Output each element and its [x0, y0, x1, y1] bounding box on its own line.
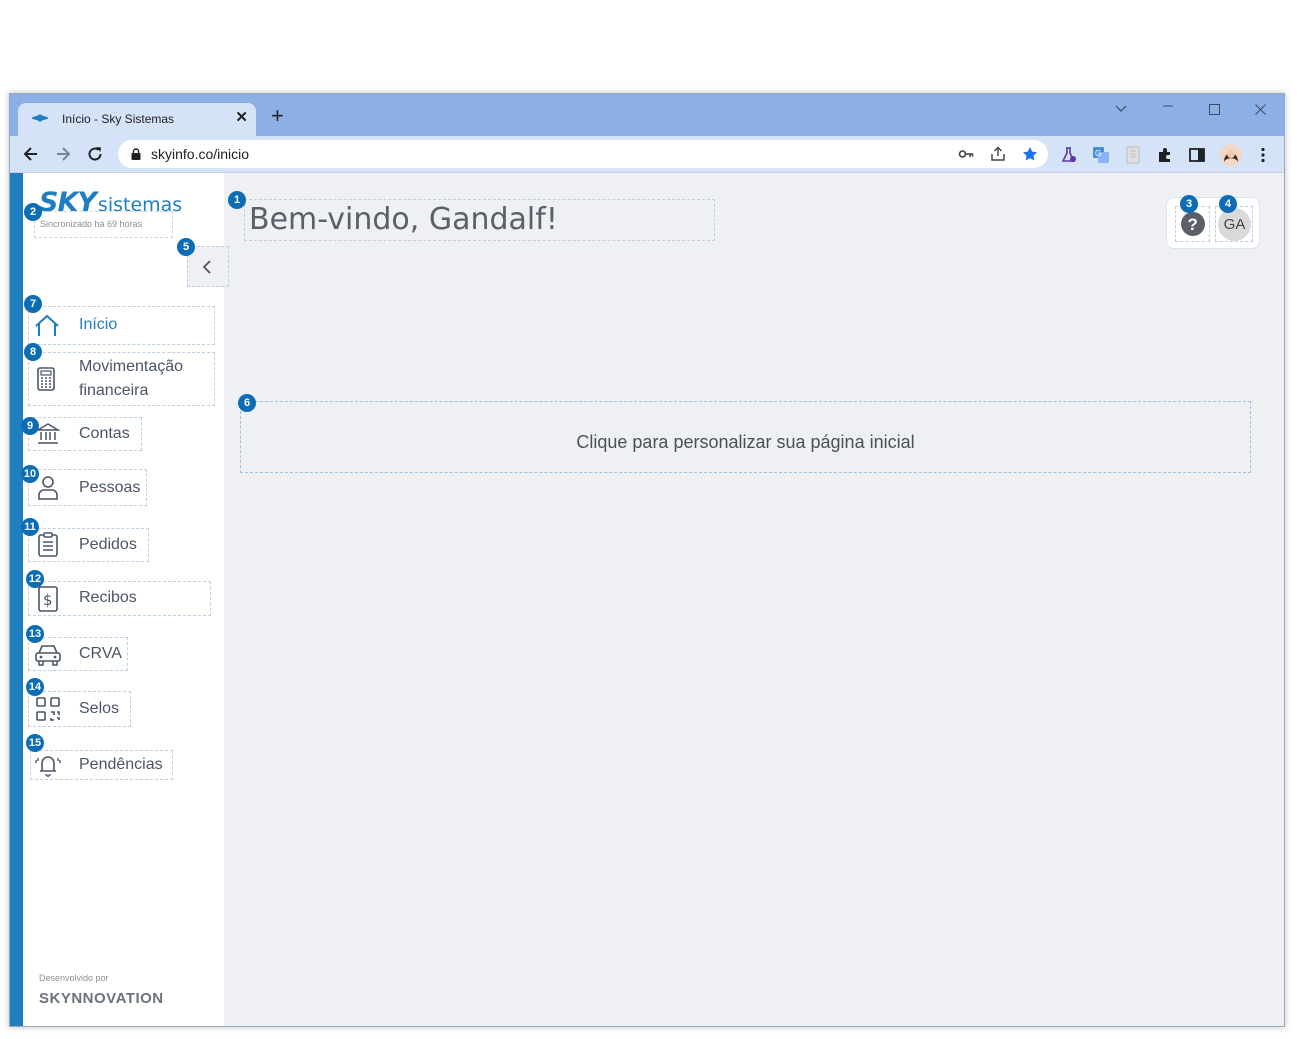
bank-icon [36, 423, 60, 444]
annotation-badge: 8 [24, 343, 42, 361]
skynnovation-logo: SKYNNOVATION [39, 990, 164, 1007]
sidebar-item-label: Pessoas [79, 479, 141, 496]
sidebar-item-pendencias[interactable]: Pendências [30, 750, 173, 780]
reload-icon[interactable] [86, 145, 104, 163]
share-icon[interactable] [990, 146, 1006, 162]
sidebar-item-pedidos[interactable]: Pedidos [28, 528, 149, 562]
home-icon [35, 314, 59, 336]
sidebar-item-label: Pedidos [79, 536, 137, 553]
minimize-icon[interactable] [1162, 97, 1174, 113]
sidebar-item-movimentacao-financeira[interactable]: Movimentação financeira [28, 352, 215, 406]
sidebar-item-inicio[interactable]: Início [28, 306, 215, 345]
customize-homepage-text: Clique para personalizar sua página inic… [576, 432, 915, 452]
document-extension-icon[interactable] [1124, 146, 1142, 164]
extensions-puzzle-icon[interactable] [1156, 146, 1174, 164]
sidebar-item-crva[interactable]: CRVA [28, 637, 128, 671]
calculator-icon [37, 367, 55, 391]
annotation-badge: 5 [177, 238, 195, 256]
sidebar-item-selos[interactable]: Selos [28, 691, 131, 727]
customize-homepage-panel[interactable]: Clique para personalizar sua página inic… [240, 401, 1251, 473]
tab-title: Início - Sky Sistemas [62, 112, 175, 126]
receipt-dollar-icon: $ [38, 586, 58, 612]
side-panel-icon[interactable] [1188, 146, 1206, 164]
person-icon [38, 476, 58, 500]
sidebar-item-label: Recibos [79, 589, 137, 606]
annotation-badge: 10 [21, 465, 39, 483]
browser-window: Início - Sky Sistemas ✕ + skyinfo.co/ini… [9, 93, 1285, 1027]
svg-text:G: G [1095, 149, 1101, 158]
sky-favicon-icon [32, 114, 48, 122]
main-content: Bem-vindo, Gandalf! 1 ? GA 3 4 Clique pa… [224, 173, 1284, 1026]
svg-text:$: $ [43, 591, 53, 609]
sidebar: SKY sistemas Sincronizado há 69 horas 2 5… [10, 173, 229, 1026]
password-key-icon[interactable] [958, 146, 974, 162]
avatar: GA [1218, 208, 1251, 241]
clipboard-icon [38, 532, 58, 557]
qr-code-icon [36, 697, 60, 721]
chevron-left-icon [202, 260, 211, 274]
annotation-badge: 6 [238, 394, 256, 412]
annotation-badge: 7 [24, 295, 42, 313]
sidebar-item-contas[interactable]: Contas [28, 417, 142, 451]
welcome-title: Bem-vindo, Gandalf! [244, 199, 715, 241]
profile-avatar-icon[interactable] [1220, 144, 1242, 166]
sidebar-item-label: Contas [79, 425, 130, 442]
browser-menu-icon[interactable] [1254, 146, 1272, 164]
developed-by-label: Desenvolvido por [39, 973, 109, 983]
extension-flask-icon[interactable] [1060, 146, 1078, 164]
maximize-icon[interactable] [1209, 102, 1220, 118]
bell-ringing-icon [35, 756, 61, 777]
help-question-icon: ? [1181, 212, 1205, 236]
sidebar-accent-stripe [10, 173, 23, 1026]
svg-text:?: ? [1188, 215, 1198, 234]
page-title: Bem-vindo, Gandalf! [249, 202, 558, 237]
back-icon[interactable] [22, 145, 40, 163]
browser-toolbar: skyinfo.co/inicio G [10, 136, 1284, 173]
annotation-badge: 9 [21, 417, 39, 435]
address-bar[interactable]: skyinfo.co/inicio [118, 140, 1048, 168]
sidebar-item-label: Movimentação financeira [79, 358, 184, 399]
sidebar-item-label: Início [79, 316, 118, 333]
url-text: skyinfo.co/inicio [151, 146, 250, 162]
annotation-badge: 3 [1180, 195, 1198, 213]
annotation-badge: 14 [26, 678, 44, 696]
sidebar-item-recibos[interactable]: $ Recibos [28, 581, 211, 616]
new-tab-icon[interactable]: + [271, 105, 284, 127]
car-icon [35, 645, 61, 666]
sidebar-item-pessoas[interactable]: Pessoas [28, 469, 147, 506]
annotation-badge: 15 [26, 734, 44, 752]
close-window-icon[interactable] [1255, 102, 1266, 118]
annotation-badge: 2 [24, 203, 42, 221]
annotation-badge: 4 [1219, 195, 1237, 213]
browser-tab[interactable]: Início - Sky Sistemas ✕ [18, 103, 256, 136]
tab-close-icon[interactable]: ✕ [235, 109, 248, 127]
user-avatar-button[interactable]: GA [1215, 206, 1253, 242]
browser-tab-bar: Início - Sky Sistemas ✕ + [10, 94, 1284, 136]
annotation-badge: 1 [228, 191, 246, 209]
sidebar-item-label: CRVA [79, 645, 122, 662]
sync-status-text: Sincronizado há 69 horas [40, 219, 143, 229]
sidebar-item-label: Selos [79, 700, 120, 717]
bookmark-star-icon[interactable] [1022, 146, 1038, 162]
lock-icon [131, 148, 141, 160]
tab-search-icon[interactable] [1115, 100, 1127, 116]
sidebar-item-label: Pendências [79, 756, 163, 773]
sync-status: Sincronizado há 69 horas [34, 211, 173, 238]
forward-icon[interactable] [54, 145, 72, 163]
translate-extension-icon[interactable]: G [1092, 146, 1110, 164]
annotation-badge: 13 [26, 625, 44, 643]
annotation-badge: 11 [21, 518, 39, 536]
annotation-badge: 12 [26, 570, 44, 588]
